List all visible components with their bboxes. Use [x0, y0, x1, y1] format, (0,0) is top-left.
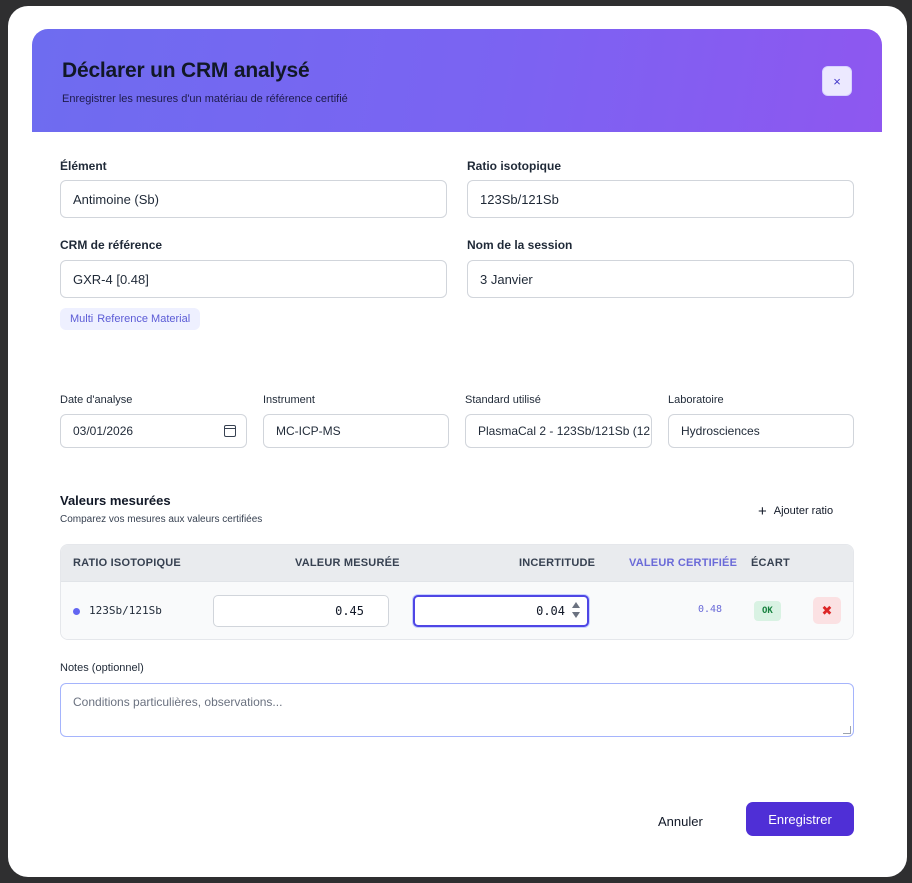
- date-label: Date d'analyse: [60, 394, 133, 406]
- row-ratio: 123Sb/121Sb: [89, 604, 162, 617]
- close-icon: ×: [833, 73, 841, 89]
- crm-type-part2: Reference Material: [97, 313, 191, 325]
- add-ratio-label: Ajouter ratio: [773, 505, 834, 517]
- standard-input[interactable]: PlasmaCal 2 - 123Sb/121Sb (12: [465, 414, 652, 448]
- calendar-icon[interactable]: [224, 425, 236, 437]
- laboratory-input[interactable]: Hydrosciences: [668, 414, 854, 448]
- modal-subtitle: Enregistrer les mesures d'un matériau de…: [62, 93, 348, 105]
- column-header-measured: VALEUR MESURÉE: [295, 557, 400, 569]
- cancel-button[interactable]: Annuler: [658, 807, 703, 835]
- notes-label: Notes (optionnel): [60, 662, 144, 674]
- add-ratio-button[interactable]: + Ajouter ratio: [758, 501, 833, 521]
- measured-title: Valeurs mesurées: [60, 493, 171, 508]
- stepper-icon[interactable]: [572, 602, 581, 620]
- instrument-input[interactable]: MC-ICP-MS: [263, 414, 449, 448]
- uncertainty-input[interactable]: 0.04: [413, 595, 589, 627]
- save-button[interactable]: Enregistrer: [746, 802, 854, 836]
- crm-type-badge: Multi Reference Material: [60, 308, 201, 330]
- standard-label: Standard utilisé: [465, 394, 541, 406]
- table-header: RATIO ISOTOPIQUE VALEUR MESURÉE INCERTIT…: [61, 545, 853, 582]
- column-header-certified: VALEUR CERTIFIÉE: [629, 557, 738, 569]
- table-row: 123Sb/121Sb 0.45 0.04 0.48 OK ✖: [61, 582, 853, 639]
- ratio-select[interactable]: 123Sb/121Sb: [467, 180, 854, 218]
- plus-icon: +: [758, 502, 767, 520]
- instrument-label: Instrument: [263, 394, 315, 406]
- column-header-deviation: ÉCART: [751, 557, 790, 569]
- date-value: 03/01/2026: [73, 424, 134, 438]
- crm-label: CRM de référence: [60, 238, 163, 252]
- laboratory-label: Laboratoire: [668, 394, 724, 406]
- date-input[interactable]: 03/01/2026: [60, 414, 247, 448]
- measured-subtitle: Comparez vos mesures aux valeurs certifi…: [60, 514, 263, 525]
- notes-textarea[interactable]: Conditions particulières, observations..…: [60, 683, 854, 737]
- modal-title: Déclarer un CRM analysé: [62, 59, 310, 82]
- modal-header: Déclarer un CRM analysé Enregistrer les …: [32, 29, 882, 132]
- measured-value-input[interactable]: 0.45: [213, 595, 389, 627]
- session-label: Nom de la session: [467, 238, 573, 252]
- resize-handle-icon[interactable]: [843, 726, 851, 734]
- series-dot-icon: [73, 608, 80, 615]
- ratio-label: Ratio isotopique: [467, 159, 561, 173]
- close-button[interactable]: ×: [822, 66, 852, 96]
- column-header-uncertainty: INCERTITUDE: [519, 557, 596, 569]
- close-icon: ✖: [821, 602, 833, 618]
- certified-value: 0.48: [698, 604, 723, 615]
- element-label: Élément: [60, 159, 107, 173]
- status-badge: OK: [754, 601, 781, 621]
- measurements-table: RATIO ISOTOPIQUE VALEUR MESURÉE INCERTIT…: [60, 544, 854, 640]
- crm-modal: Déclarer un CRM analysé Enregistrer les …: [8, 6, 907, 877]
- session-input[interactable]: 3 Janvier: [467, 260, 854, 298]
- column-header-ratio: RATIO ISOTOPIQUE: [73, 557, 181, 569]
- crm-select[interactable]: GXR-4 [0.48]: [60, 260, 447, 298]
- element-select[interactable]: Antimoine (Sb): [60, 180, 447, 218]
- crm-type-part1: Multi: [70, 313, 94, 325]
- uncertainty-value: 0.04: [536, 604, 565, 618]
- notes-placeholder: Conditions particulières, observations..…: [73, 695, 283, 709]
- delete-row-button[interactable]: ✖: [813, 597, 841, 624]
